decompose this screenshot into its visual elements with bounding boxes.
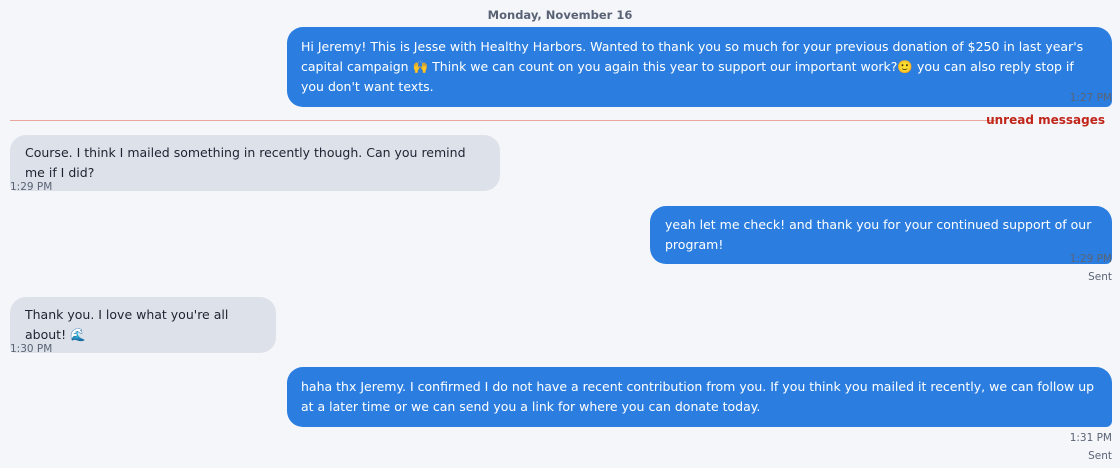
smiley-emoji: 🙂 xyxy=(897,59,913,74)
message-timestamp: 1:29 PM xyxy=(1069,253,1112,265)
outgoing-message-bubble[interactable]: Hi Jeremy! This is Jesse with Healthy Ha… xyxy=(287,27,1112,107)
date-header: Monday, November 16 xyxy=(487,8,633,22)
unread-messages-label: unread messages xyxy=(986,113,1105,127)
message-timestamp: 1:27 PM xyxy=(1069,92,1112,104)
message-timestamp: 1:30 PM xyxy=(10,343,53,355)
incoming-message-bubble[interactable]: Course. I think I mailed something in re… xyxy=(10,135,500,191)
message-text: Course. I think I mailed something in re… xyxy=(25,145,466,180)
message-status: Sent xyxy=(1088,271,1112,283)
message-text: haha thx Jeremy. I confirmed I do not ha… xyxy=(301,379,1095,414)
outgoing-message-bubble[interactable]: yeah let me check! and thank you for you… xyxy=(650,206,1112,264)
wave-emoji: 🌊 xyxy=(70,327,86,342)
message-text: Think we can count on you again this yea… xyxy=(428,59,898,74)
message-timestamp: 1:29 PM xyxy=(10,181,53,193)
message-status: Sent xyxy=(1088,450,1112,462)
raising-hands-emoji: 🙌 xyxy=(412,59,429,74)
message-timestamp: 1:31 PM xyxy=(1069,432,1112,444)
message-text: Thank you. I love what you're all about! xyxy=(25,307,229,342)
unread-divider-line xyxy=(10,120,995,121)
message-text: yeah let me check! and thank you for you… xyxy=(665,217,1092,252)
outgoing-message-bubble[interactable]: haha thx Jeremy. I confirmed I do not ha… xyxy=(287,367,1112,427)
